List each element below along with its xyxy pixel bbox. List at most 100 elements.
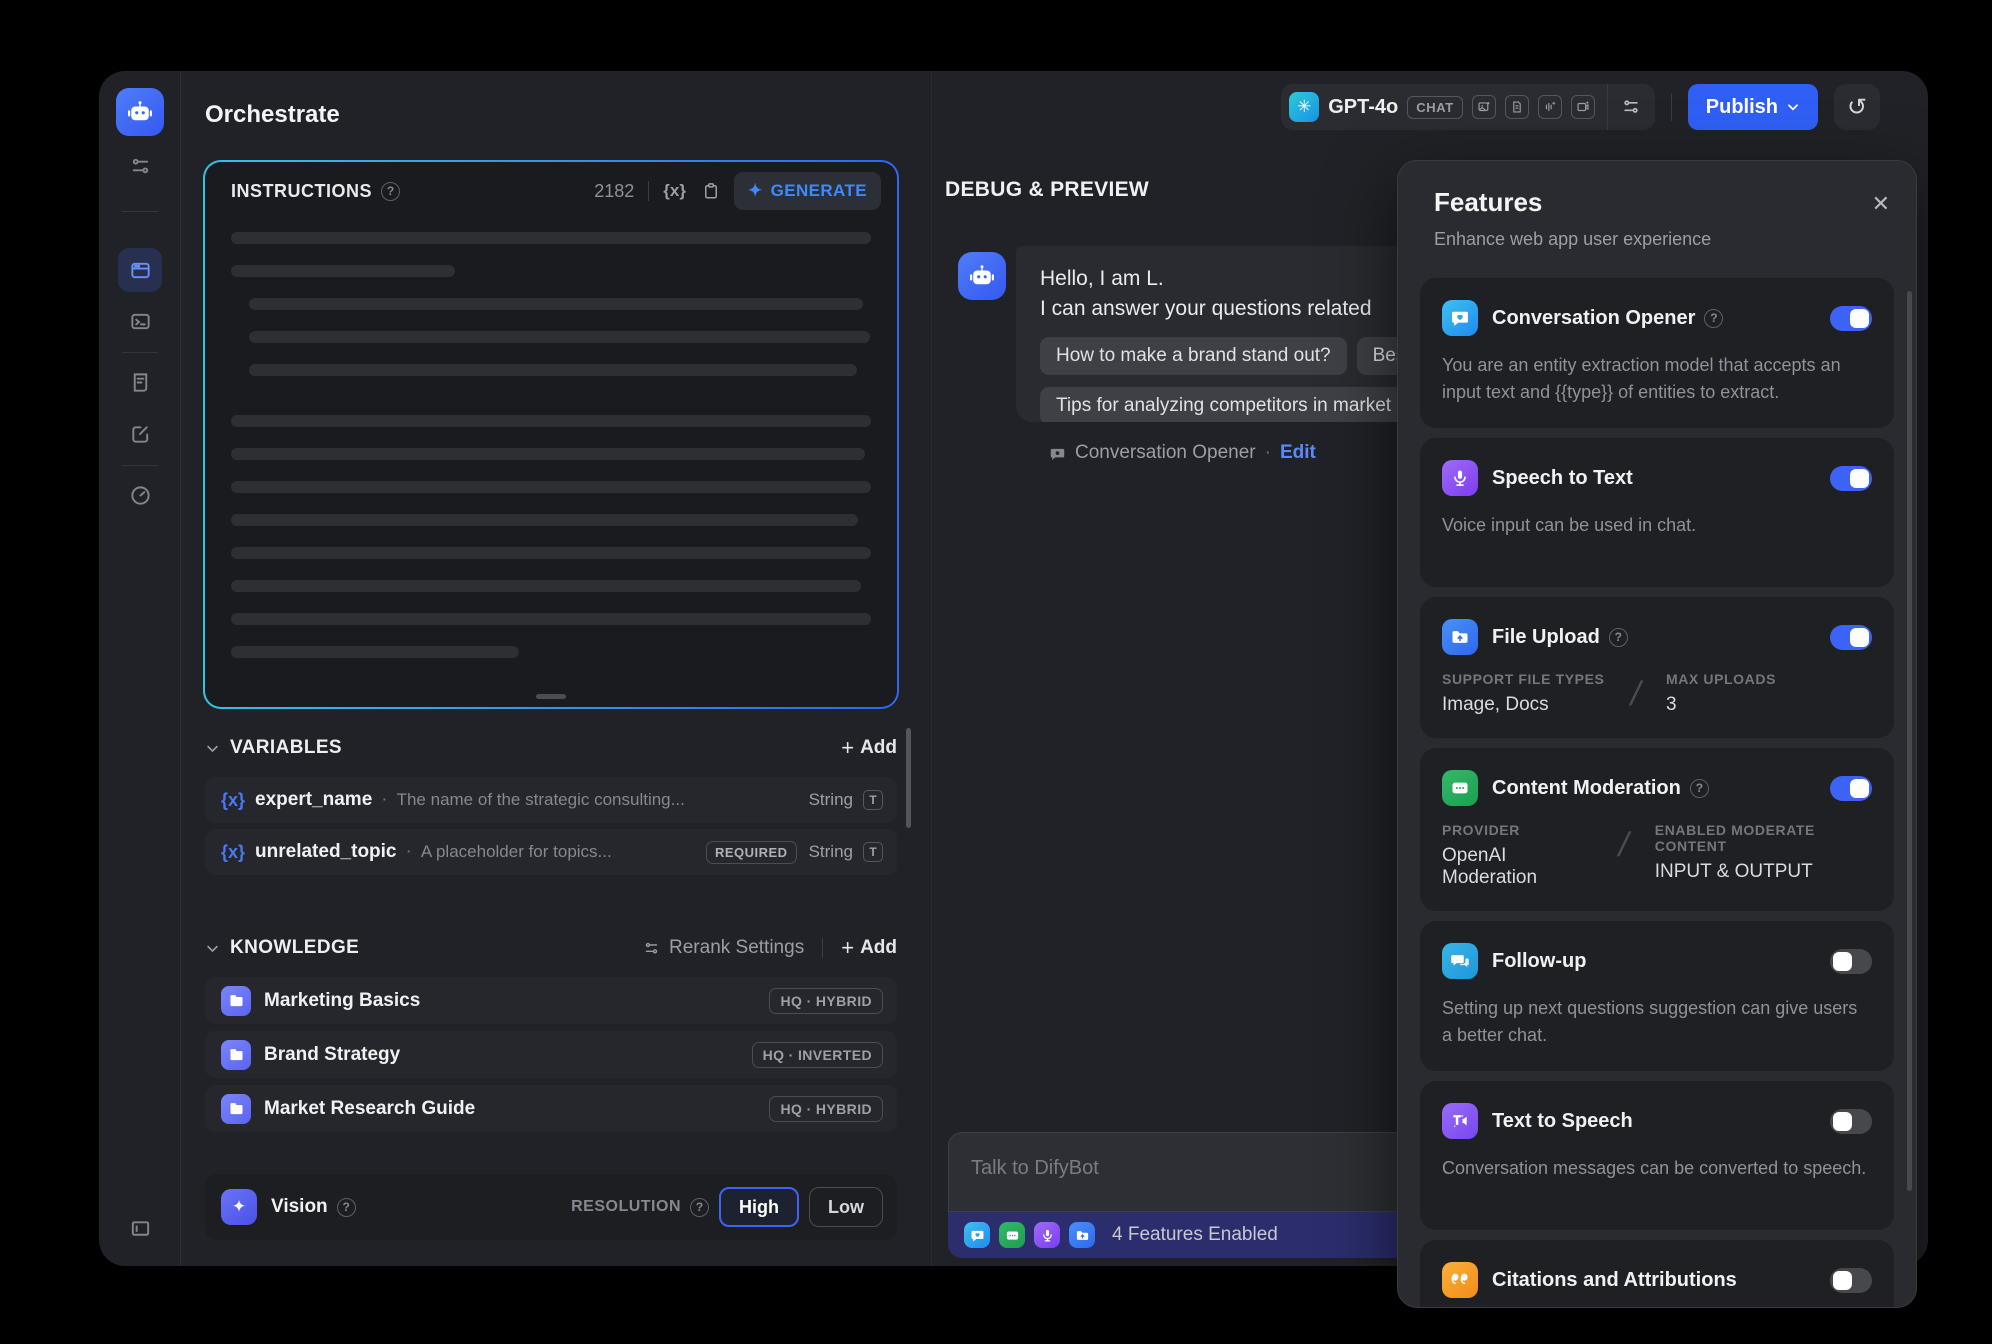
help-icon[interactable]: ? <box>1690 779 1709 798</box>
field-label: ENABLED MODERATE CONTENT <box>1655 822 1872 854</box>
suggestion-chip[interactable]: Tips for analyzing competitors in market <box>1040 387 1407 422</box>
window-icon <box>129 259 152 282</box>
feature-desc: Voice input can be used in chat. <box>1442 512 1872 539</box>
vision-icon: ✦ <box>221 1189 257 1225</box>
feature-field: SUPPORT FILE TYPES Image, Docs <box>1442 671 1605 716</box>
add-knowledge-button[interactable]: + Add <box>841 937 897 959</box>
collapse-sidebar-button[interactable] <box>118 1206 162 1250</box>
knowledge-row[interactable]: Marketing Basics HQ · HYBRID <box>205 977 897 1024</box>
plus-icon: + <box>841 737 854 759</box>
knowledge-row[interactable]: Market Research Guide HQ · HYBRID <box>205 1085 897 1132</box>
variables-title: VARIABLES <box>230 737 342 759</box>
publish-button[interactable]: Publish <box>1688 84 1818 130</box>
text-type-icon: T <box>863 790 883 810</box>
conversation-opener-icon <box>964 1222 990 1248</box>
add-variable-button[interactable]: + Add <box>841 737 897 759</box>
resize-handle[interactable] <box>536 694 566 699</box>
scrollbar-thumb[interactable] <box>906 728 911 828</box>
help-icon[interactable]: ? <box>337 1198 356 1217</box>
sidebar-item-annotations[interactable] <box>118 412 162 456</box>
sidebar-item-orchestrate[interactable] <box>118 248 162 292</box>
variable-row[interactable]: {x} unrelated_topic · A placeholder for … <box>205 829 897 875</box>
help-icon[interactable]: ? <box>381 182 400 201</box>
knowledge-folder-icon <box>221 1094 251 1124</box>
publish-label: Publish <box>1706 96 1778 119</box>
chat-bubble-icon <box>1049 445 1066 462</box>
scrollbar-thumb[interactable] <box>1907 291 1912 1191</box>
knowledge-folder-icon <box>221 1040 251 1070</box>
help-icon[interactable]: ? <box>1609 628 1628 647</box>
bot-avatar <box>958 252 1006 300</box>
conversation-opener-toggle[interactable] <box>1830 306 1872 331</box>
chevron-down-icon[interactable] <box>205 741 220 756</box>
vision-card: ✦ Vision ? RESOLUTION ? High Low <box>205 1174 897 1240</box>
copy-button[interactable] <box>702 182 720 200</box>
text-type-icon: T <box>863 842 883 862</box>
debug-preview-title: DEBUG & PREVIEW <box>945 178 1149 202</box>
skeleton-line <box>231 481 871 493</box>
model-config-button[interactable] <box>1607 84 1655 130</box>
knowledge-row[interactable]: Brand Strategy HQ · INVERTED <box>205 1031 897 1078</box>
field-value: OpenAI Moderation <box>1442 845 1593 889</box>
content-moderation-icon <box>1442 770 1478 806</box>
field-value: Image, Docs <box>1442 694 1605 716</box>
model-selector[interactable]: ✳ GPT-4o CHAT <box>1281 84 1607 130</box>
sidebar-divider <box>122 352 158 353</box>
features-subtitle: Enhance web app user experience <box>1434 229 1711 250</box>
speech-to-text-icon <box>1442 460 1478 496</box>
rerank-settings-button[interactable]: Rerank Settings <box>643 937 804 959</box>
header-divider <box>1671 93 1672 121</box>
follow-up-icon <box>1442 943 1478 979</box>
opener-label: Conversation Opener <box>1075 442 1256 464</box>
history-button[interactable]: ↺ <box>1834 84 1880 130</box>
generate-label: GENERATE <box>771 181 867 201</box>
knowledge-name: Brand Strategy <box>264 1044 752 1066</box>
field-divider: / <box>1615 826 1633 865</box>
generate-button[interactable]: ✦ GENERATE <box>734 172 881 210</box>
feature-field: ENABLED MODERATE CONTENT INPUT & OUTPUT <box>1655 822 1872 883</box>
sidebar-item-settings[interactable] <box>118 144 162 188</box>
instructions-panel: INSTRUCTIONS ? 2182 {x} ✦ GENERATE <box>203 160 899 709</box>
text-to-speech-icon <box>1442 1103 1478 1139</box>
file-upload-toggle[interactable] <box>1830 625 1872 650</box>
file-upload-icon <box>1069 1222 1095 1248</box>
pane-divider <box>931 71 932 1266</box>
file-upload-icon <box>1442 619 1478 655</box>
variable-desc: A placeholder for topics... <box>421 842 706 862</box>
skeleton-line <box>231 265 455 277</box>
field-label: PROVIDER <box>1442 822 1593 838</box>
sidebar-divider <box>122 211 158 212</box>
suggestion-chip[interactable]: How to make a brand stand out? <box>1040 337 1347 375</box>
chevron-down-icon[interactable] <box>205 941 220 956</box>
edit-opener-link[interactable]: Edit <box>1280 442 1316 464</box>
insert-variable-button[interactable]: {x} <box>663 181 686 201</box>
feature-title: Follow-up <box>1492 950 1586 973</box>
content-moderation-toggle[interactable] <box>1830 776 1872 801</box>
help-icon[interactable]: ? <box>1704 309 1723 328</box>
sidebar-item-logs[interactable] <box>118 360 162 404</box>
variable-type: String <box>809 790 853 810</box>
citations-toggle[interactable] <box>1830 1268 1872 1293</box>
follow-up-toggle[interactable] <box>1830 949 1872 974</box>
knowledge-title: KNOWLEDGE <box>230 937 359 959</box>
speech-to-text-toggle[interactable] <box>1830 466 1872 491</box>
video-capability-icon <box>1571 95 1595 119</box>
help-icon[interactable]: ? <box>690 1198 709 1217</box>
resolution-high-button[interactable]: High <box>719 1187 799 1227</box>
knowledge-header: KNOWLEDGE Rerank Settings + Add <box>205 937 897 959</box>
knowledge-folder-icon <box>221 986 251 1016</box>
sidebar-item-monitoring[interactable] <box>118 473 162 517</box>
instructions-skeleton[interactable] <box>205 220 897 658</box>
close-icon[interactable]: ✕ <box>1872 191 1890 217</box>
conversation-opener-icon <box>1442 300 1478 336</box>
app-logo[interactable] <box>116 88 164 136</box>
sidebar-item-terminal[interactable] <box>118 299 162 343</box>
feature-card-citations: Citations and Attributions Show source d… <box>1420 1240 1894 1308</box>
vision-capability-icon <box>1472 95 1496 119</box>
log-document-icon <box>129 371 152 394</box>
speech-to-text-icon <box>1034 1222 1060 1248</box>
variable-brace-icon: {x} <box>221 790 245 811</box>
text-to-speech-toggle[interactable] <box>1830 1109 1872 1134</box>
resolution-low-button[interactable]: Low <box>809 1187 883 1227</box>
variable-row[interactable]: {x} expert_name · The name of the strate… <box>205 777 897 823</box>
